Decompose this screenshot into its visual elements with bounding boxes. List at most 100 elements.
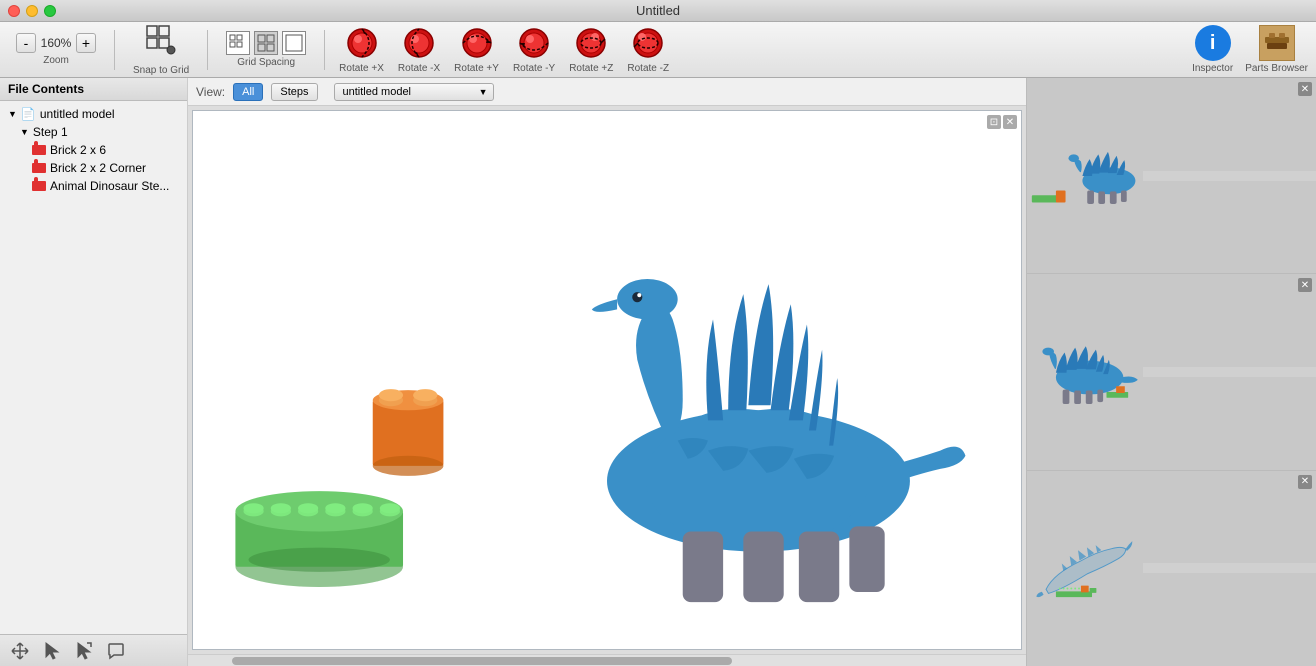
thumb3-close-button[interactable]: ✕ (1298, 475, 1312, 489)
rotate-nx-label: Rotate -X (398, 63, 440, 74)
chevron-down-icon: ▼ (8, 109, 17, 119)
viewport-expand-button[interactable]: ⊡ (987, 115, 1001, 129)
brick-icon2 (32, 163, 46, 173)
snap-to-grid-group: Snap to Grid (125, 20, 197, 80)
viewport-controls: ⊡ ✕ (987, 115, 1017, 129)
move-tool-button[interactable] (8, 639, 32, 663)
maximize-button[interactable] (44, 5, 56, 17)
tree-label-model: untitled model (40, 107, 115, 121)
file-tree: ▼ 📄 untitled model ▼ Step 1 Brick 2 x 6 (0, 101, 187, 634)
thumb1-svg (1027, 96, 1143, 256)
tree-item-step1[interactable]: ▼ Step 1 (12, 123, 187, 141)
file-contents-header: File Contents (0, 78, 187, 101)
scene-svg (193, 111, 1021, 649)
grid-large-button[interactable] (282, 31, 306, 55)
rotate-pz-label: Rotate +Z (569, 63, 613, 74)
brick-icon3 (32, 181, 46, 191)
right-panel: ✕ (1026, 78, 1316, 666)
thumb2-scrollbar[interactable] (1143, 367, 1316, 377)
rotate-px-button[interactable]: Rotate +X (335, 23, 388, 76)
rotate-ny-label: Rotate -Y (513, 63, 555, 74)
titlebar: Untitled (0, 0, 1316, 22)
comment-tool-button[interactable] (104, 639, 128, 663)
tree-item-brick1[interactable]: Brick 2 x 6 (24, 141, 187, 159)
right-tools: i Inspector Parts Browser (1192, 25, 1308, 74)
view-label: View: (196, 85, 225, 99)
inspector-label: Inspector (1192, 63, 1233, 74)
model-select[interactable]: untitled model (334, 83, 494, 101)
canvas-area: View: All Steps untitled model ⊡ ✕ (188, 78, 1026, 666)
multiselect-tool-button[interactable] (72, 639, 96, 663)
zoom-controls: - 160% + (16, 33, 96, 53)
thumbnail-panel-3: ✕ (1027, 471, 1316, 666)
rotate-py-button[interactable]: Rotate +Y (450, 23, 503, 76)
thumbnail-panel-1: ✕ (1027, 78, 1316, 274)
snap-label: Snap to Grid (133, 65, 189, 76)
tree-item-brick2[interactable]: Brick 2 x 2 Corner (24, 159, 187, 177)
tree-brick-items: Brick 2 x 6 Brick 2 x 2 Corner Animal Di… (24, 141, 187, 195)
view-bar: View: All Steps untitled model (188, 78, 1026, 106)
all-view-button[interactable]: All (233, 83, 263, 101)
parts-browser-button[interactable]: Parts Browser (1245, 25, 1308, 74)
steps-view-button[interactable]: Steps (271, 83, 317, 101)
zoom-group: - 160% + Zoom (8, 29, 104, 70)
zoom-minus-button[interactable]: - (16, 33, 36, 53)
main-layout: File Contents ▼ 📄 untitled model ▼ Step … (0, 78, 1316, 666)
sidebar: File Contents ▼ 📄 untitled model ▼ Step … (0, 78, 188, 666)
minimize-button[interactable] (26, 5, 38, 17)
grid-label: Grid Spacing (237, 57, 295, 68)
sidebar-bottom-toolbar (0, 634, 187, 666)
rotate-pz-button[interactable]: Rotate +Z (565, 23, 617, 76)
tree-item-model[interactable]: ▼ 📄 untitled model (0, 105, 187, 123)
tree-step1: ▼ Step 1 Brick 2 x 6 Brick 2 x 2 Corner (12, 123, 187, 195)
select-tool-button[interactable] (40, 639, 64, 663)
zoom-plus-button[interactable]: + (76, 33, 96, 53)
thumb1-scrollbar[interactable] (1143, 171, 1316, 181)
thumb1-close-button[interactable]: ✕ (1298, 82, 1312, 96)
snap-to-grid-button[interactable] (145, 24, 177, 63)
model-select-wrapper: untitled model (326, 83, 494, 101)
rotate-nz-label: Rotate -Z (627, 63, 669, 74)
inspector-button[interactable]: i Inspector (1192, 25, 1233, 74)
rotate-ny-button[interactable]: Rotate -Y (509, 23, 559, 76)
brick2-label: Brick 2 x 2 Corner (50, 161, 146, 175)
window-title: Untitled (636, 3, 680, 18)
canvas-h-scrollbar[interactable] (188, 654, 1026, 666)
grid-spacing-group: Grid Spacing (218, 27, 314, 72)
thumb3-scrollbar[interactable] (1143, 563, 1316, 573)
grid-small-button[interactable] (226, 31, 250, 55)
tree-item-animal[interactable]: Animal Dinosaur Ste... (24, 177, 187, 195)
zoom-label: Zoom (43, 55, 69, 66)
orange-brick-group (373, 389, 444, 476)
info-icon: i (1195, 25, 1231, 61)
rotate-nx-button[interactable]: Rotate -X (394, 23, 444, 76)
animal-label: Animal Dinosaur Ste... (50, 179, 169, 193)
rotate-px-label: Rotate +X (339, 63, 384, 74)
parts-label: Parts Browser (1245, 63, 1308, 74)
sep3 (324, 30, 325, 70)
parts-icon (1259, 25, 1295, 61)
traffic-lights (8, 5, 56, 17)
zoom-value: 160% (38, 36, 74, 50)
grid-icons (226, 31, 306, 55)
thumbnail-panel-2: ✕ (1027, 274, 1316, 470)
close-button[interactable] (8, 5, 20, 17)
thumb2-svg (1027, 294, 1143, 449)
sep1 (114, 30, 115, 70)
sep2 (207, 30, 208, 70)
folder-icon: 📄 (21, 107, 36, 121)
toolbar: - 160% + Zoom Snap to Grid (0, 22, 1316, 78)
grid-medium-button[interactable] (254, 31, 278, 55)
thumb3-svg (1027, 491, 1143, 646)
step-label: Step 1 (33, 125, 68, 139)
green-brick-group (235, 491, 403, 587)
rotate-py-label: Rotate +Y (454, 63, 499, 74)
h-scroll-thumb[interactable] (232, 657, 732, 665)
brick-icon1 (32, 145, 46, 155)
chevron-down-icon2: ▼ (20, 127, 29, 137)
viewport-close-button[interactable]: ✕ (1003, 115, 1017, 129)
canvas-viewport[interactable]: ⊡ ✕ (192, 110, 1022, 650)
brick1-label: Brick 2 x 6 (50, 143, 106, 157)
thumb2-close-button[interactable]: ✕ (1298, 278, 1312, 292)
rotate-nz-button[interactable]: Rotate -Z (623, 23, 673, 76)
